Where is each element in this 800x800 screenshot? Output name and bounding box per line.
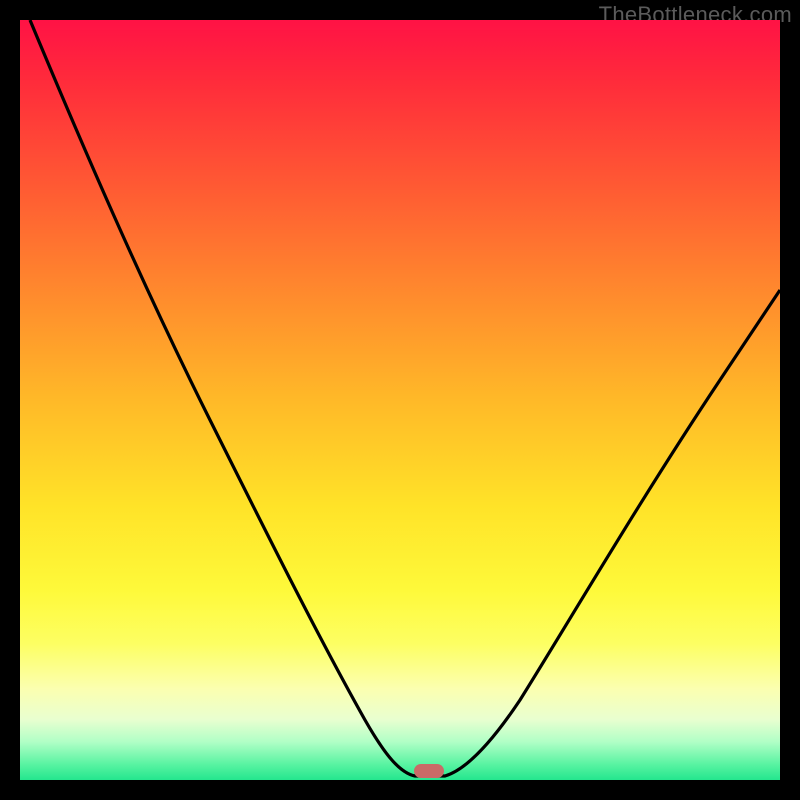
plot-area <box>20 20 780 780</box>
curve-path <box>30 20 780 776</box>
chart-frame: TheBottleneck.com <box>0 0 800 800</box>
bottleneck-curve <box>20 20 780 780</box>
optimal-marker <box>414 764 444 778</box>
